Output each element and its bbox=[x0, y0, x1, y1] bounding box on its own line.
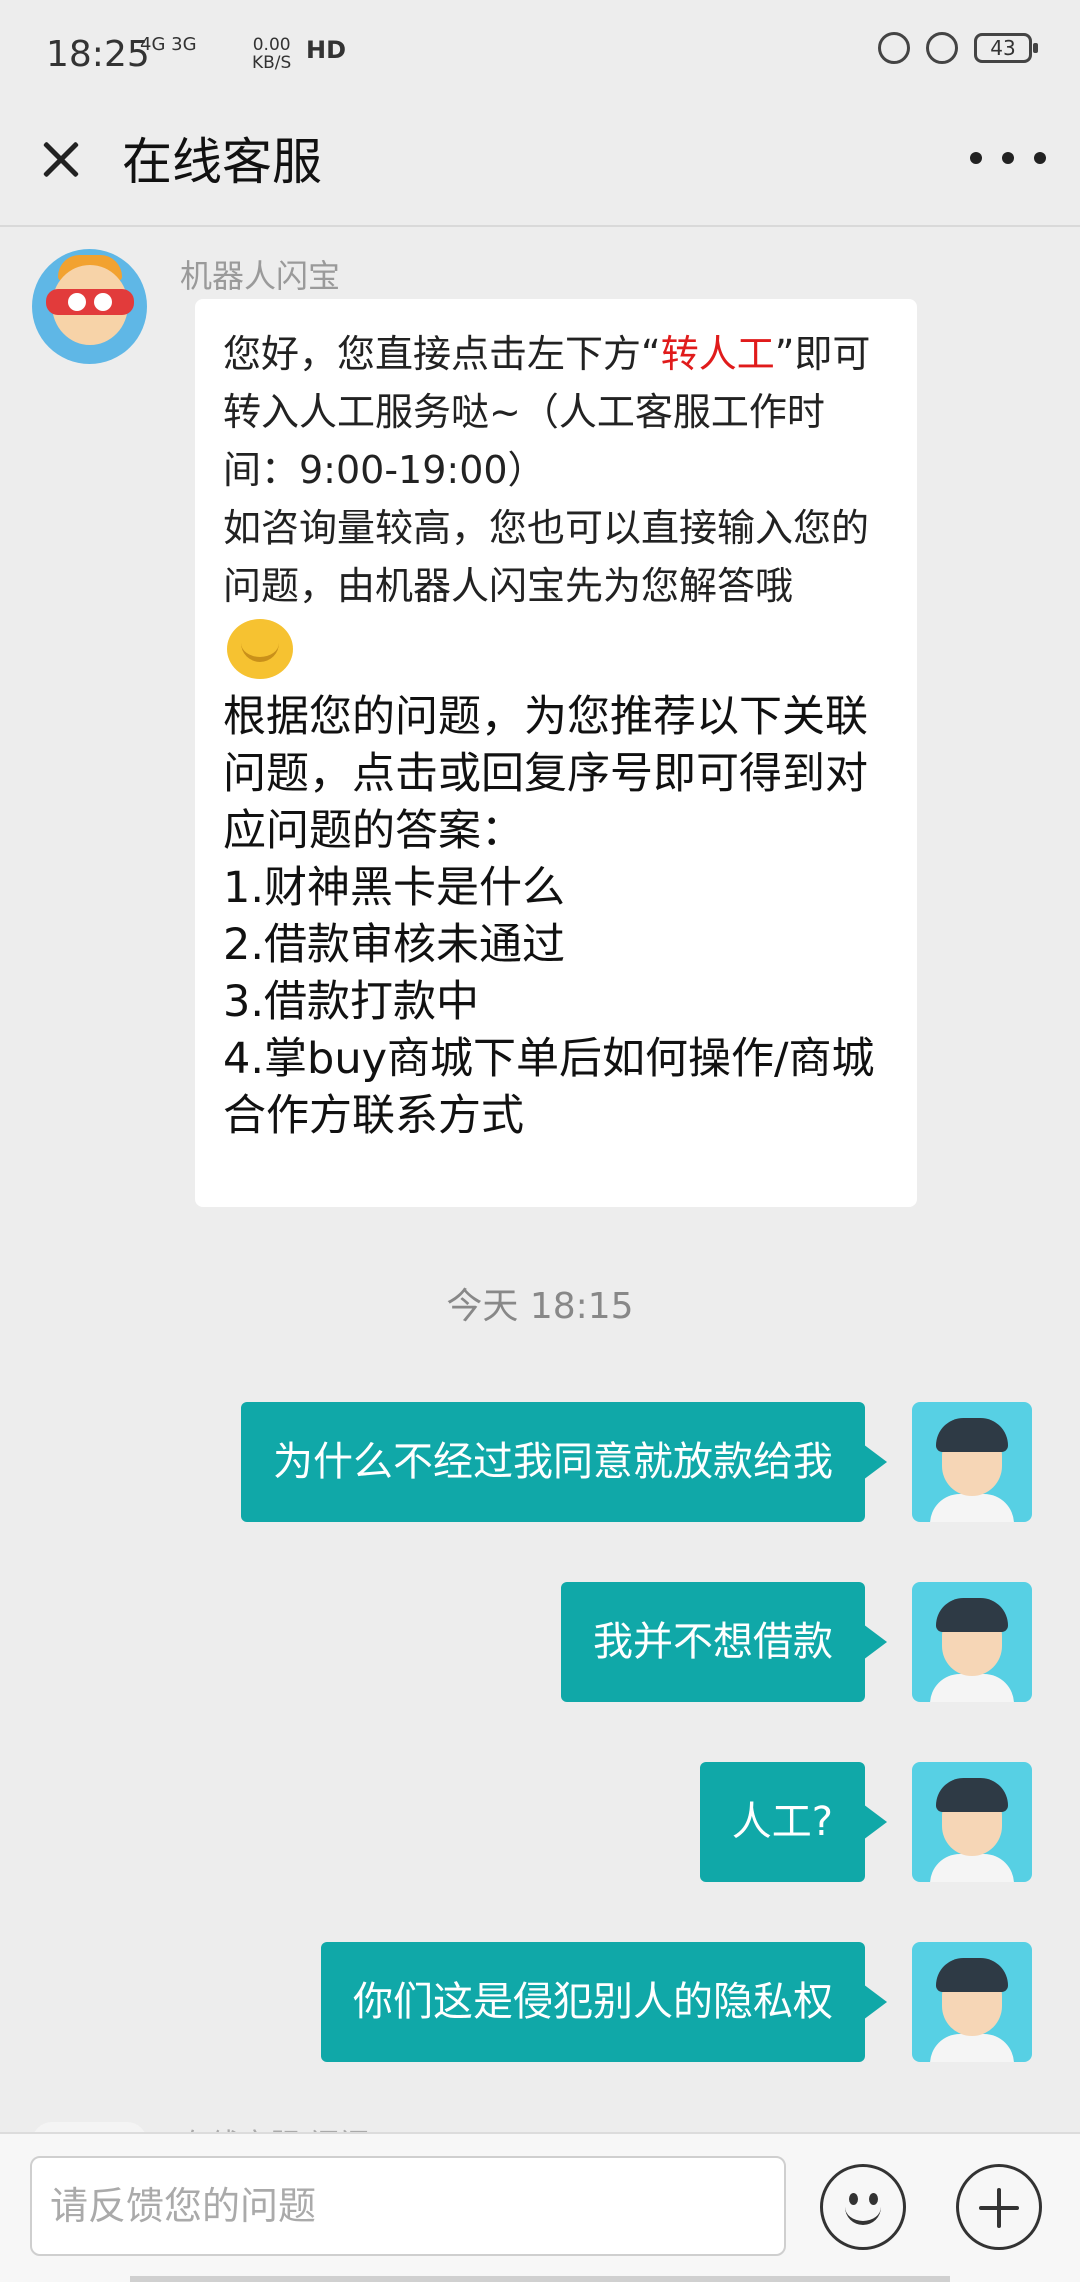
question-item[interactable]: 3.借款打款中 bbox=[223, 974, 889, 1031]
app-header: 在线客服 bbox=[0, 110, 1080, 227]
network-speed: 0.00 KB/S bbox=[252, 36, 291, 72]
question-item[interactable]: 1.财神黑卡是什么 bbox=[223, 860, 889, 917]
more-options-icon[interactable] bbox=[970, 138, 1046, 178]
bot-greeting: 您好，您直接点击左下方“转人工”即可转入人工服务哒~（人工客服工作时间：9:00… bbox=[223, 325, 889, 681]
user-message-bubble[interactable]: 人工? bbox=[699, 1762, 888, 1882]
smile-emoji-icon bbox=[227, 619, 293, 679]
message-input[interactable]: 请反馈您的问题 bbox=[30, 2156, 786, 2256]
emoji-icon[interactable] bbox=[820, 2164, 906, 2250]
signal-icon: 4G 3G bbox=[140, 34, 197, 55]
user-message: 我并不想借款 bbox=[172, 1582, 1032, 1702]
greeting-prefix: 您好，您直接点击左下方“ bbox=[223, 332, 661, 376]
location-icon bbox=[926, 32, 958, 64]
greeting-line2: 如咨询量较高，您也可以直接输入您的问题，由机器人闪宝先为您解答哦 bbox=[223, 506, 870, 608]
question-item[interactable]: 2.借款审核未通过 bbox=[223, 917, 889, 974]
user-avatar[interactable] bbox=[912, 1582, 1032, 1702]
user-message-bubble[interactable]: 为什么不经过我同意就放款给我 bbox=[241, 1402, 887, 1522]
hd-icon: HD bbox=[306, 36, 347, 64]
user-message-bubble[interactable]: 我并不想借款 bbox=[561, 1582, 887, 1702]
user-message: 为什么不经过我同意就放款给我 bbox=[172, 1402, 1032, 1522]
status-right: 43 bbox=[878, 32, 1038, 64]
battery-icon: 43 bbox=[974, 33, 1038, 63]
chat-area[interactable]: 机器人闪宝 您好，您直接点击左下方“转人工”即可转入人工服务哒~（人工客服工作时… bbox=[0, 227, 1080, 2132]
user-avatar[interactable] bbox=[912, 1762, 1032, 1882]
message-timestamp: 今天 18:15 bbox=[446, 1286, 634, 1327]
question-item[interactable]: 4.掌buy商城下单后如何操作/商城合作方联系方式 bbox=[223, 1031, 889, 1145]
lock-rotation-icon bbox=[878, 32, 910, 64]
bot-avatar bbox=[32, 249, 147, 364]
status-bar: 18:25 4G 3G 0.00 KB/S HD 43 bbox=[0, 0, 1080, 110]
transfer-to-human-link[interactable]: 转人工 bbox=[661, 332, 775, 376]
user-message: 你们这是侵犯别人的隐私权 bbox=[172, 1942, 1032, 2062]
add-icon[interactable] bbox=[956, 2164, 1042, 2250]
user-avatar[interactable] bbox=[912, 1942, 1032, 2062]
bot-name: 机器人闪宝 bbox=[180, 257, 341, 295]
recommend-block: 根据您的问题，为您推荐以下关联问题，点击或回复序号即可得到对应问题的答案： 1.… bbox=[223, 689, 889, 1145]
status-time: 18:25 bbox=[46, 34, 150, 75]
close-icon[interactable] bbox=[30, 130, 90, 190]
page-title: 在线客服 bbox=[122, 133, 322, 191]
input-bar: 请反馈您的问题 bbox=[0, 2132, 1080, 2282]
next-sender-avatar bbox=[32, 2122, 147, 2132]
speed-value: 0.00 bbox=[252, 35, 291, 55]
speed-unit: KB/S bbox=[252, 53, 292, 73]
recommend-intro: 根据您的问题，为您推荐以下关联问题，点击或回复序号即可得到对应问题的答案： bbox=[223, 692, 868, 856]
bot-message-bubble: 您好，您直接点击左下方“转人工”即可转入人工服务哒~（人工客服工作时间：9:00… bbox=[195, 299, 917, 1207]
user-message-bubble[interactable]: 你们这是侵犯别人的隐私权 bbox=[321, 1942, 887, 2062]
user-avatar[interactable] bbox=[912, 1402, 1032, 1522]
home-indicator bbox=[130, 2276, 950, 2282]
user-message: 人工? bbox=[172, 1762, 1032, 1882]
next-sender-name: 在线客服·闪闪 bbox=[180, 2120, 370, 2132]
